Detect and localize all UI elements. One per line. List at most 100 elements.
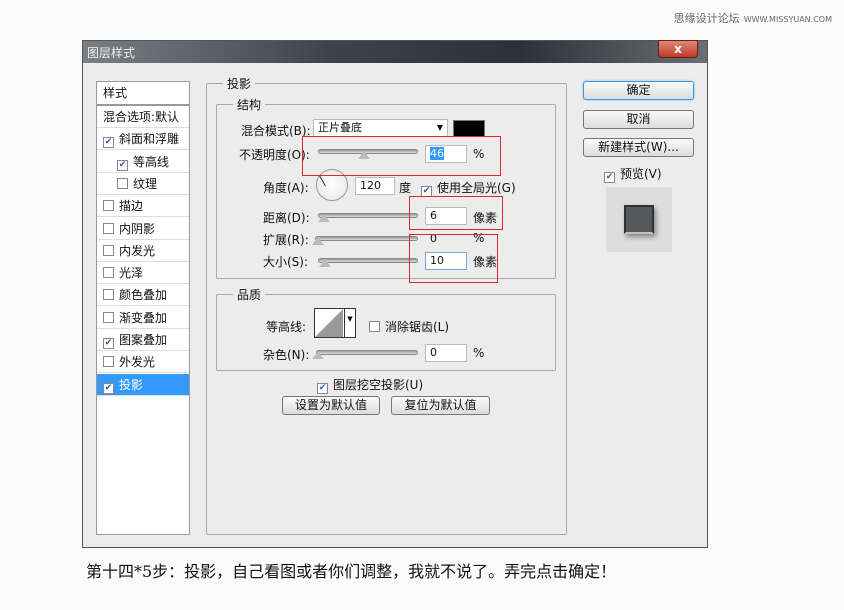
noise-input[interactable]: 0 xyxy=(425,344,467,362)
spread-label: 扩展(R): xyxy=(263,233,309,247)
layer-style-dialog: 图层样式 x 样式 混合选项:默认 ✔ 斜面和浮雕 ✔ 等高线纹理描边内阴影内发光光泽颜… xyxy=(82,40,708,548)
checkbox-checked-icon[interactable]: ✔ xyxy=(103,137,114,149)
style-item-label: 外发光 xyxy=(119,355,156,370)
watermark-url: WWW.MISSYUAN.COM xyxy=(743,15,832,24)
structure-title: 结构 xyxy=(233,96,266,113)
style-item[interactable]: 纹理 xyxy=(97,173,189,195)
style-item[interactable]: 内阴影 xyxy=(97,218,189,240)
checkbox-unchecked-icon[interactable] xyxy=(103,289,114,301)
distance-slider[interactable] xyxy=(318,213,418,218)
distance-label: 距离(D): xyxy=(263,211,310,225)
distance-slider-thumb[interactable] xyxy=(318,214,330,222)
preview-checkbox[interactable]: ✔ 预览(V) xyxy=(604,165,662,183)
drop-shadow-title: 投影 xyxy=(223,75,256,92)
angle-unit: 度 xyxy=(399,181,412,195)
angle-dial-needle xyxy=(319,175,326,187)
noise-unit: % xyxy=(473,346,485,360)
checkbox-unchecked-icon[interactable] xyxy=(103,200,114,212)
style-item[interactable]: ✔ 等高线 xyxy=(97,151,189,173)
antialias-label: 消除锯齿(L) xyxy=(385,320,450,334)
style-item-label: 等高线 xyxy=(133,154,170,169)
chevron-down-icon: ▼ xyxy=(436,123,443,132)
size-label: 大小(S): xyxy=(263,255,309,269)
style-item-label: 图案叠加 xyxy=(119,333,168,347)
style-item[interactable]: 渐变叠加 xyxy=(97,307,189,329)
angle-label: 角度(A): xyxy=(263,181,309,195)
contour-picker[interactable]: ▼ xyxy=(314,308,356,338)
global-light-label: 使用全局光(G) xyxy=(437,181,516,195)
style-item-label: 纹理 xyxy=(133,176,158,191)
highlight-box-distance xyxy=(409,196,503,230)
style-item-label: 内发光 xyxy=(119,243,156,258)
spread-slider[interactable] xyxy=(315,236,418,241)
opacity-label: 不透明度(O): xyxy=(239,148,310,162)
caption: 第十四*5步：投影，自己看图或者你们调整，我就不说了。弄完点击确定！ xyxy=(86,562,617,581)
checkbox-unchecked-icon[interactable] xyxy=(103,267,114,279)
spread-slider-thumb[interactable] xyxy=(312,237,324,245)
quality-title: 品质 xyxy=(233,286,266,303)
make-default-button[interactable]: 设置为默认值 xyxy=(282,396,380,415)
style-item[interactable]: 外发光 xyxy=(97,351,189,374)
chevron-down-icon: ▼ xyxy=(344,309,355,337)
style-item[interactable]: ✔ 图案叠加 xyxy=(97,329,189,351)
style-item-label: 内阴影 xyxy=(119,221,156,236)
preview-thumbnail xyxy=(606,187,672,252)
checkbox-unchecked-icon[interactable] xyxy=(103,356,114,368)
checkbox-checked-icon[interactable]: ✔ xyxy=(103,338,114,349)
reset-default-button[interactable]: 复位为默认值 xyxy=(391,396,490,415)
style-item-label: 渐变叠加 xyxy=(119,310,168,325)
style-item[interactable]: 光泽 xyxy=(97,262,189,285)
checkbox-unchecked-icon[interactable] xyxy=(103,311,114,323)
ok-button[interactable]: 确定 xyxy=(583,81,694,100)
style-item-label: 投影 xyxy=(119,377,144,392)
angle-input[interactable]: 120 xyxy=(355,177,395,195)
checkbox-checked-icon[interactable]: ✔ xyxy=(117,159,128,171)
dialog-title: 图层样式 xyxy=(87,46,136,60)
style-item-label: 斜面和浮雕 xyxy=(119,132,180,147)
preview-label: 预览(V) xyxy=(620,167,662,181)
checkbox-unchecked-icon[interactable] xyxy=(103,244,114,256)
knockout-label: 图层挖空投影(U) xyxy=(333,378,424,392)
watermark-site: 思缘设计论坛 xyxy=(673,12,740,25)
contour-linear-icon xyxy=(315,309,343,337)
checkbox-checked-icon: ✔ xyxy=(604,172,615,183)
style-item[interactable]: 描边 xyxy=(97,195,189,218)
watermark: 思缘设计论坛 WWW.MISSYUAN.COM xyxy=(674,10,832,26)
new-style-button[interactable]: 新建样式(W)... xyxy=(583,138,694,157)
noise-label: 杂色(N): xyxy=(263,348,310,362)
size-slider-thumb[interactable] xyxy=(319,259,331,267)
highlight-box-opacity xyxy=(302,136,501,176)
style-item-label: 描边 xyxy=(119,199,144,214)
style-item[interactable]: ✔ 斜面和浮雕 xyxy=(97,128,189,151)
style-item[interactable]: 混合选项:默认 xyxy=(97,106,189,128)
highlight-box-size xyxy=(409,234,498,283)
checkbox-checked-icon: ✔ xyxy=(317,383,328,394)
styles-panel: 样式 混合选项:默认 ✔ 斜面和浮雕 ✔ 等高线纹理描边内阴影内发光光泽颜色叠加渐变叠加… xyxy=(96,81,190,535)
style-item[interactable]: 内发光 xyxy=(97,240,189,262)
blend-mode-value: 正片叠底 xyxy=(318,121,362,134)
antialias-checkbox[interactable]: 消除锯齿(L) xyxy=(369,318,449,335)
noise-slider-thumb[interactable] xyxy=(312,351,324,359)
style-item-label: 颜色叠加 xyxy=(119,288,168,303)
checkbox-unchecked-icon xyxy=(369,321,380,332)
cancel-button[interactable]: 取消 xyxy=(583,110,694,129)
style-item-label: 光泽 xyxy=(119,266,144,281)
blend-mode-label: 混合模式(B): xyxy=(241,124,311,138)
styles-header: 样式 xyxy=(97,82,189,106)
preview-swatch xyxy=(624,205,654,234)
checkbox-checked-icon[interactable]: ✔ xyxy=(103,382,114,394)
blend-mode-select[interactable]: 正片叠底 ▼ xyxy=(313,119,448,137)
global-light-checkbox[interactable]: ✔ 使用全局光(G) xyxy=(421,179,516,197)
noise-slider[interactable] xyxy=(316,350,418,355)
style-item-label: 混合选项:默认 xyxy=(103,110,180,124)
shadow-color-swatch[interactable] xyxy=(453,120,485,137)
checkbox-unchecked-icon[interactable] xyxy=(117,177,128,189)
title-bar: 图层样式 xyxy=(83,41,707,63)
style-item[interactable]: ✔ 投影 xyxy=(97,373,189,396)
contour-label: 等高线: xyxy=(266,320,307,334)
size-slider[interactable] xyxy=(318,258,418,263)
style-item[interactable]: 颜色叠加 xyxy=(97,284,189,307)
close-button[interactable]: x xyxy=(658,40,698,58)
knockout-checkbox[interactable]: ✔ 图层挖空投影(U) xyxy=(317,376,423,394)
checkbox-unchecked-icon[interactable] xyxy=(103,222,114,234)
